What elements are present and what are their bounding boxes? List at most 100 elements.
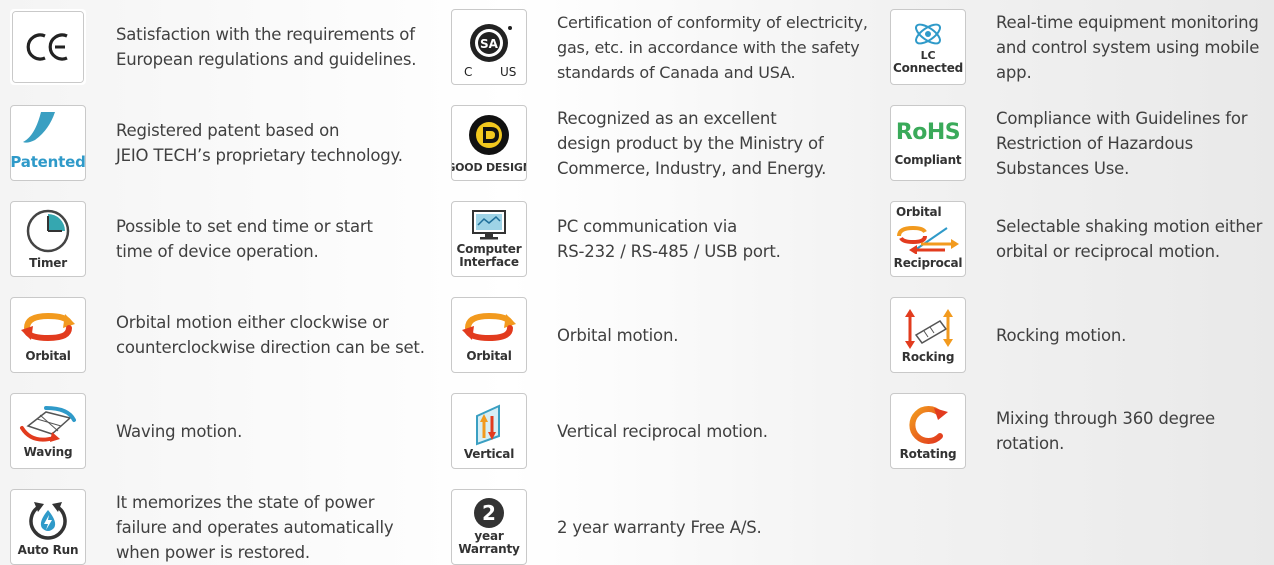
feature-lc-connected: LC Connected Real-time equipment monitor… bbox=[890, 9, 1274, 85]
description-line: 2 year warranty Free A/S. bbox=[557, 517, 762, 537]
feature-description: Vertical reciprocal motion. bbox=[557, 419, 768, 444]
warranty-badge: 2 year Warranty bbox=[451, 489, 527, 565]
badge-label: Auto Run bbox=[17, 542, 79, 557]
description-line: design product by the Ministry of bbox=[557, 133, 824, 153]
lc-connected-badge: LC Connected bbox=[890, 9, 966, 85]
patent-swoosh-icon bbox=[23, 112, 55, 143]
badge-label: Rotating bbox=[899, 446, 957, 461]
description-line: Certification of conformity of electrici… bbox=[557, 12, 868, 32]
auto-run-power-icon bbox=[29, 501, 67, 540]
description-line: JEIO TECH’s proprietary technology. bbox=[116, 146, 403, 165]
description-line: Vertical reciprocal motion. bbox=[557, 421, 768, 441]
description-line: PC communication via bbox=[557, 217, 738, 236]
feature-patented: Patented Registered patent based on JEIO… bbox=[10, 105, 430, 181]
badge-label: Vertical bbox=[463, 446, 515, 461]
description-line: Real-time equipment monitoring bbox=[996, 12, 1259, 32]
badge-label: Timer bbox=[29, 256, 67, 270]
description-line: It memorizes the state of power bbox=[116, 492, 375, 512]
badge-label-line-2: Reciprocal bbox=[893, 256, 963, 270]
rotating-badge: Rotating bbox=[890, 393, 966, 469]
timer-badge: Timer bbox=[10, 201, 86, 277]
ce-mark-icon bbox=[12, 11, 84, 83]
feature-computer-interface: Computer Interface PC communication via … bbox=[451, 201, 866, 277]
badge-label-line-2: Interface bbox=[459, 255, 519, 269]
orbital-reciprocal-badge: Orbital Reciprocal bbox=[890, 201, 966, 277]
feature-description: Orbital motion either clockwise or count… bbox=[116, 310, 425, 360]
feature-ce: Satisfaction with the requirements of Eu… bbox=[10, 9, 430, 85]
feature-description: It memorizes the state of power failure … bbox=[116, 490, 394, 565]
feature-vertical: Vertical Vertical reciprocal motion. bbox=[451, 393, 866, 469]
badge-label: Orbital bbox=[466, 348, 512, 363]
description-line: failure and operates automatically bbox=[116, 517, 394, 537]
feature-waving: Waving Waving motion. bbox=[10, 393, 430, 469]
description-line: Orbital motion. bbox=[557, 325, 679, 345]
waving-motion-icon bbox=[20, 405, 76, 442]
description-line: Compliance with Guidelines for bbox=[996, 108, 1248, 128]
description-line: standards of Canada and USA. bbox=[557, 62, 796, 82]
feature-description: Possible to set end time or start time o… bbox=[116, 214, 373, 264]
feature-rohs: RoHS Compliant Compliance with Guideline… bbox=[890, 105, 1274, 181]
feature-description: Orbital motion. bbox=[557, 323, 678, 348]
computer-interface-badge: Computer Interface bbox=[451, 201, 527, 277]
description-line: gas, etc. in accordance with the safety bbox=[557, 37, 860, 57]
feature-description: Certification of conformity of electrici… bbox=[557, 10, 868, 85]
badge-label: Rocking bbox=[901, 349, 955, 364]
orbital-motion-icon bbox=[462, 312, 516, 341]
feature-description: Registered patent based on JEIO TECH’s p… bbox=[116, 118, 403, 168]
timer-clock-icon bbox=[26, 209, 70, 253]
description-line: orbital or reciprocal motion. bbox=[996, 242, 1220, 261]
feature-warranty: 2 year Warranty 2 year warranty Free A/S… bbox=[451, 489, 866, 565]
description-line: Restriction of Hazardous bbox=[996, 133, 1193, 153]
feature-description: Waving motion. bbox=[116, 419, 242, 444]
description-line: Waving motion. bbox=[116, 421, 243, 441]
good-design-badge: GOOD DESIGN bbox=[451, 105, 527, 181]
vertical-motion-icon bbox=[476, 403, 500, 445]
description-line: Mixing through 360 degree bbox=[996, 409, 1215, 428]
badge-label: Waving bbox=[23, 444, 73, 459]
description-line: Commerce, Industry, and Energy. bbox=[557, 158, 827, 178]
waving-badge: Waving bbox=[10, 393, 86, 469]
feature-description: Compliance with Guidelines for Restricti… bbox=[996, 106, 1248, 181]
description-line: Registered patent based on bbox=[116, 121, 340, 140]
description-line: Rocking motion. bbox=[996, 325, 1127, 345]
rotating-arrow-icon bbox=[909, 405, 948, 444]
auto-run-badge: Auto Run bbox=[10, 489, 86, 565]
badge-label: GOOD DESIGN bbox=[452, 160, 526, 174]
csa-center-text: SA bbox=[480, 37, 499, 51]
description-line: Recognized as an excellent bbox=[557, 108, 777, 128]
badge-label-line-2: Connected bbox=[892, 61, 964, 75]
computer-monitor-icon bbox=[472, 210, 506, 240]
badge-label-line-1: Orbital bbox=[896, 205, 942, 219]
vertical-badge: Vertical bbox=[451, 393, 527, 469]
csa-us-text: US bbox=[500, 65, 516, 79]
rohs-logo: RoHS bbox=[895, 119, 961, 145]
description-line: rotation. bbox=[996, 434, 1065, 453]
description-line: counterclockwise direction can be set. bbox=[116, 338, 425, 357]
feature-orbital: Orbital Orbital motion. bbox=[451, 297, 866, 373]
description-line: time of device operation. bbox=[116, 242, 319, 261]
ce-badge bbox=[10, 9, 86, 85]
warranty-number-icon: 2 bbox=[474, 498, 504, 528]
description-line: Substances Use. bbox=[996, 158, 1130, 178]
feature-description: Recognized as an excellent design produc… bbox=[557, 106, 826, 181]
good-design-icon bbox=[469, 114, 509, 155]
feature-csa: SA C US Certification of conformity of e… bbox=[451, 9, 868, 85]
warranty-number: 2 bbox=[482, 501, 496, 525]
description-line: and control system using mobile bbox=[996, 37, 1260, 57]
description-line: RS-232 / RS-485 / USB port. bbox=[557, 242, 781, 261]
description-line: when power is restored. bbox=[116, 542, 310, 562]
feature-rocking: Rocking Rocking motion. bbox=[890, 297, 1274, 373]
description-line: Satisfaction with the requirements of bbox=[116, 25, 415, 44]
description-line: Orbital motion either clockwise or bbox=[116, 313, 389, 332]
feature-auto-run: Auto Run It memorizes the state of power… bbox=[10, 489, 430, 565]
badge-label: Compliant bbox=[894, 152, 962, 167]
rocking-motion-icon bbox=[905, 308, 953, 349]
orbital-reciprocal-icon bbox=[897, 225, 959, 254]
rocking-badge: Rocking bbox=[890, 297, 966, 373]
badge-label-line-2: Warranty bbox=[458, 542, 520, 556]
description-line: Possible to set end time or start bbox=[116, 217, 373, 236]
csa-certification-icon: SA C US bbox=[464, 24, 516, 79]
feature-description: Satisfaction with the requirements of Eu… bbox=[116, 22, 417, 72]
description-line: Selectable shaking motion either bbox=[996, 217, 1263, 236]
feature-orbital-direction: Orbital Orbital motion either clockwise … bbox=[10, 297, 430, 373]
